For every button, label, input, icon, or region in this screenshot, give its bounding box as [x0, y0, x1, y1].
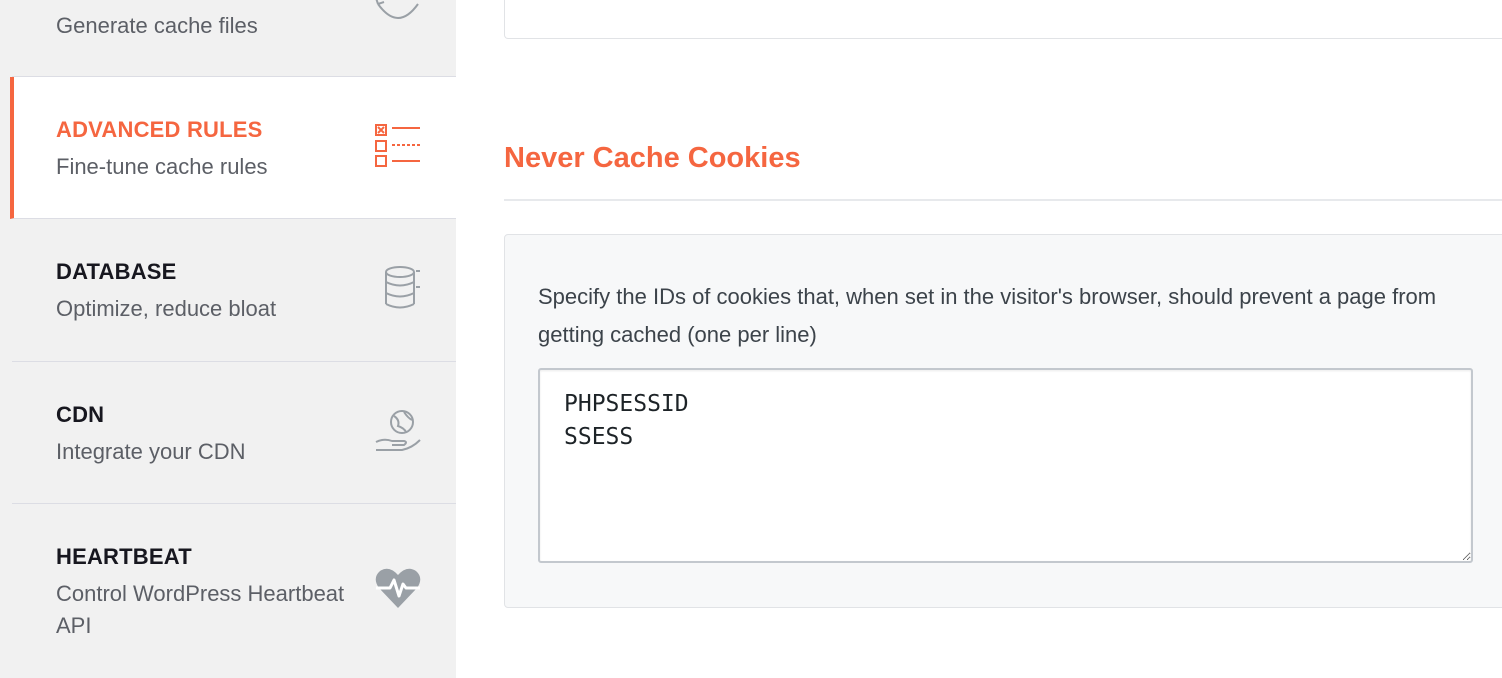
- heartbeat-icon: [374, 566, 422, 615]
- sidebar-item-cdn-subtitle: Integrate your CDN: [56, 439, 246, 464]
- sidebar-item-advanced-rules[interactable]: ADVANCED RULES Fine-tune cache rules: [10, 77, 456, 219]
- globe-hand-icon: [374, 408, 422, 459]
- sidebar: Generate cache files ADVANCED RULES Fine…: [0, 0, 456, 678]
- sidebar-item-heartbeat-title: HEARTBEAT: [56, 544, 192, 569]
- sidebar-item-advanced-rules-subtitle: Fine-tune cache rules: [56, 154, 268, 179]
- sidebar-item-cdn[interactable]: CDN Integrate your CDN: [12, 362, 456, 504]
- field-description: Specify the IDs of cookies that, when se…: [538, 284, 1437, 347]
- checklist-icon: [374, 123, 422, 176]
- sidebar-item-advanced-rules-title: ADVANCED RULES: [56, 117, 263, 142]
- sidebar-item-heartbeat-subtitle: Control WordPress Heartbeat API: [56, 581, 345, 638]
- sidebar-item-database-subtitle: Optimize, reduce bloat: [56, 296, 277, 321]
- sidebar-item-cdn-title: CDN: [56, 402, 105, 427]
- section-title: Never Cache Cookies: [504, 142, 801, 174]
- previous-field-box: [504, 0, 1502, 39]
- section-divider: [504, 199, 1502, 201]
- sidebar-item-preload-subtitle: Generate cache files: [56, 13, 258, 38]
- sidebar-item-preload[interactable]: Generate cache files: [12, 0, 456, 77]
- sidebar-item-database-title: DATABASE: [56, 259, 177, 284]
- sidebar-item-database[interactable]: DATABASE Optimize, reduce bloat: [12, 219, 456, 362]
- refresh-icon: [374, 0, 422, 31]
- never-cache-cookies-textarea[interactable]: PHPSESSID SSESS: [538, 368, 1473, 563]
- sidebar-item-heartbeat[interactable]: HEARTBEAT Control WordPress Heartbeat AP…: [12, 504, 456, 678]
- database-icon: [378, 265, 422, 318]
